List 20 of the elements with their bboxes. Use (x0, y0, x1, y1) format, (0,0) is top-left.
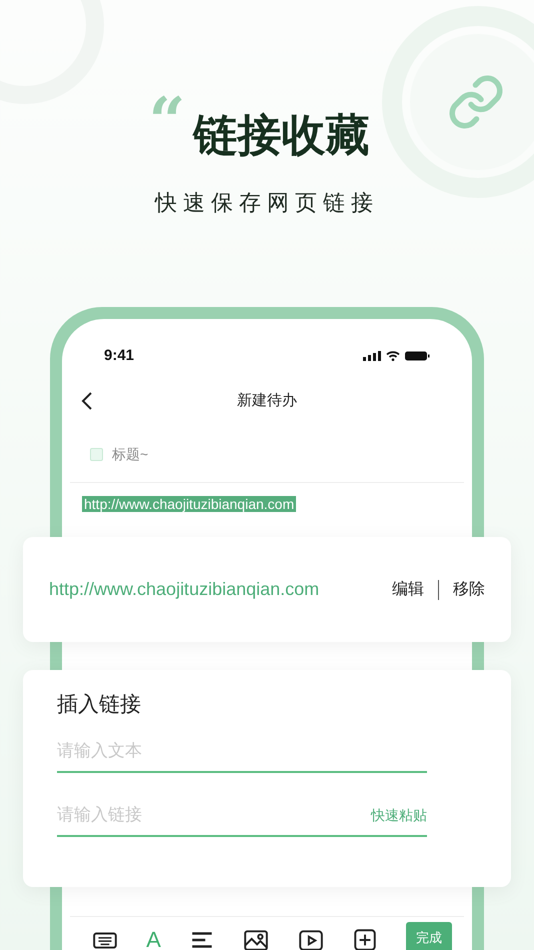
hero-title: 链接收藏 (193, 114, 370, 158)
link-text[interactable]: http://www.chaojituzibianqian.com (82, 496, 296, 512)
popup-action[interactable]: 编辑 (392, 578, 424, 602)
paste-link[interactable]: 快速粘贴 (371, 804, 427, 826)
popup-action[interactable]: 移除 (453, 578, 485, 602)
title-field[interactable]: 标题~ (112, 444, 312, 465)
text-format-button[interactable]: A (146, 928, 161, 950)
signal-icon (363, 351, 381, 361)
link-url[interactable]: http://www.chaojituzibianqian.com (49, 576, 320, 603)
dialog-title: 插入链接 (57, 694, 142, 715)
page-title: 新建待办 (237, 390, 297, 411)
done-button[interactable]: 完成 (406, 922, 452, 950)
quote-mark: “ (148, 92, 186, 152)
hero-subtitle: 快速保存网页链接 (155, 192, 379, 214)
battery-icon (405, 351, 430, 361)
checkbox[interactable] (90, 448, 103, 461)
status-time: 9:41 (104, 346, 134, 366)
add-icon[interactable] (352, 926, 378, 950)
wifi-icon (386, 351, 400, 361)
back-button[interactable] (80, 391, 94, 411)
